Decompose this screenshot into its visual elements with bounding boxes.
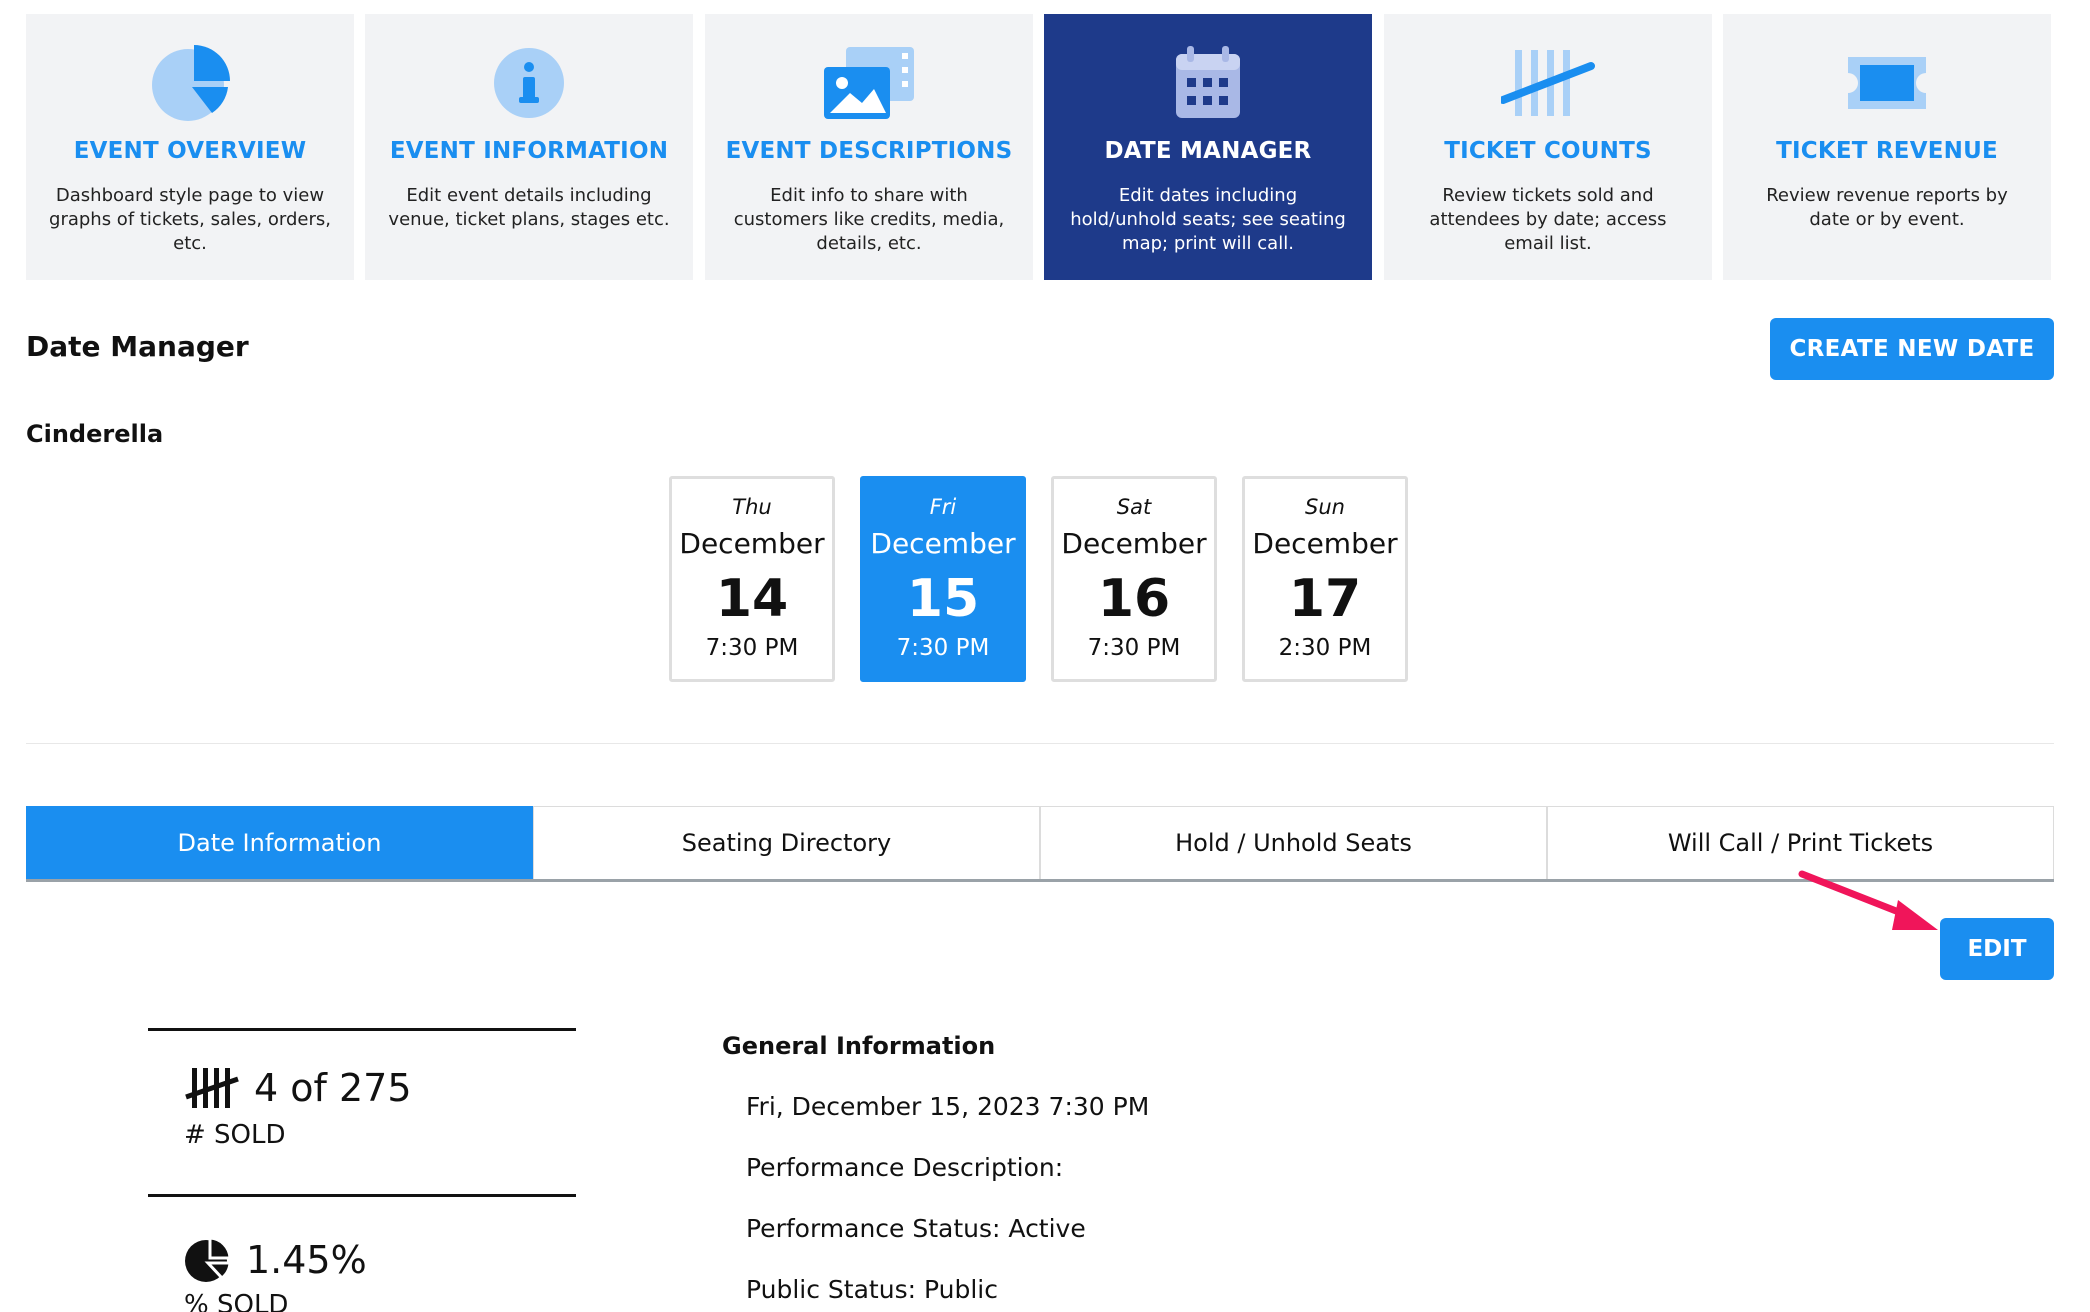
date-time: 7:30 PM <box>896 635 990 661</box>
pie-chart-icon <box>184 1236 232 1284</box>
date-weekday: Sat <box>1116 495 1152 519</box>
tickets-sold-value: 4 of 275 <box>184 1066 412 1110</box>
date-day: 15 <box>906 569 980 629</box>
section-divider <box>26 743 2054 744</box>
date-month: December <box>1061 527 1207 560</box>
date-month: December <box>870 527 1016 560</box>
tab-hold-unhold-seats[interactable]: Hold / Unhold Seats <box>1040 806 1547 879</box>
nav-card-description: Dashboard style page to view graphs of t… <box>49 185 331 254</box>
nav-card-description: Edit info to share with customers like c… <box>733 185 1005 254</box>
date-day: 17 <box>1288 569 1362 629</box>
date-tabs: Date Information Seating Directory Hold … <box>26 806 2054 882</box>
date-time: 2:30 PM <box>1278 635 1372 661</box>
nav-card-event-overview[interactable]: EVENT OVERVIEW Dashboard style page to v… <box>26 14 354 280</box>
nav-card-title: EVENT INFORMATION <box>389 138 669 164</box>
nav-card-event-descriptions[interactable]: EVENT DESCRIPTIONS Edit info to share wi… <box>705 14 1033 280</box>
date-day: 16 <box>1097 569 1171 629</box>
info-icon <box>365 36 693 130</box>
date-day: 14 <box>715 569 789 629</box>
date-weekday: Sun <box>1305 495 1345 519</box>
page-title: Date Manager <box>26 330 249 363</box>
tickets-sold-text: 4 of 275 <box>254 1066 412 1110</box>
date-card-dec-16[interactable]: Sat December 16 7:30 PM <box>1051 476 1217 682</box>
create-new-date-button[interactable]: CREATE NEW DATE <box>1770 318 2054 380</box>
performance-description: Performance Description: <box>746 1153 1064 1182</box>
edit-button[interactable]: EDIT <box>1940 918 2054 980</box>
calendar-icon <box>1044 36 1372 130</box>
date-card-dec-14[interactable]: Thu December 14 7:30 PM <box>669 476 835 682</box>
nav-card-ticket-revenue[interactable]: TICKET REVENUE Review revenue reports by… <box>1723 14 2051 280</box>
tickets-sold-label: # SOLD <box>184 1120 286 1150</box>
pie-chart-icon <box>26 36 354 130</box>
tab-seating-directory[interactable]: Seating Directory <box>533 806 1040 879</box>
tally-icon <box>184 1067 240 1109</box>
public-status: Public Status: Public <box>746 1275 998 1304</box>
nav-card-title: EVENT DESCRIPTIONS <box>725 138 1013 164</box>
general-information-heading: General Information <box>722 1032 996 1060</box>
nav-card-title: TICKET COUNTS <box>1444 138 1652 164</box>
date-weekday: Fri <box>929 495 957 519</box>
nav-card-description: Review tickets sold and attendees by dat… <box>1429 185 1667 254</box>
date-time: 7:30 PM <box>1087 635 1181 661</box>
nav-card-description: Review revenue reports by date or by eve… <box>1766 185 2008 230</box>
nav-card-description: Edit event details including venue, tick… <box>388 185 670 230</box>
date-month: December <box>1252 527 1398 560</box>
percent-sold-label: % SOLD <box>184 1290 289 1312</box>
date-weekday: Thu <box>732 495 772 519</box>
dashboard-nav: EVENT OVERVIEW Dashboard style page to v… <box>26 14 2060 280</box>
event-name: Cinderella <box>26 420 164 448</box>
nav-card-date-manager[interactable]: DATE MANAGER Edit dates including hold/u… <box>1044 14 1372 280</box>
media-icon <box>705 36 1033 130</box>
performance-datetime: Fri, December 15, 2023 7:30 PM <box>746 1092 1150 1121</box>
annotation-arrow-icon <box>1798 870 1938 930</box>
tally-icon <box>1384 36 1712 130</box>
nav-card-title: EVENT OVERVIEW <box>73 138 307 164</box>
stat-divider <box>148 1194 576 1197</box>
date-card-dec-17[interactable]: Sun December 17 2:30 PM <box>1242 476 1408 682</box>
performance-status: Performance Status: Active <box>746 1214 1086 1243</box>
date-month: December <box>679 527 825 560</box>
nav-card-title: TICKET REVENUE <box>1776 138 1998 164</box>
tab-date-information[interactable]: Date Information <box>26 806 533 879</box>
ticket-icon <box>1723 36 2051 130</box>
nav-card-ticket-counts[interactable]: TICKET COUNTS Review tickets sold and at… <box>1384 14 1712 280</box>
date-time: 7:30 PM <box>705 635 799 661</box>
nav-card-event-information[interactable]: EVENT INFORMATION Edit event details inc… <box>365 14 693 280</box>
date-card-dec-15[interactable]: Fri December 15 7:30 PM <box>860 476 1026 682</box>
nav-card-description: Edit dates including hold/unhold seats; … <box>1070 185 1346 254</box>
percent-sold-text: 1.45% <box>246 1238 367 1282</box>
nav-card-title: DATE MANAGER <box>1104 138 1312 164</box>
percent-sold-value: 1.45% <box>184 1236 367 1284</box>
stat-divider <box>148 1028 576 1031</box>
